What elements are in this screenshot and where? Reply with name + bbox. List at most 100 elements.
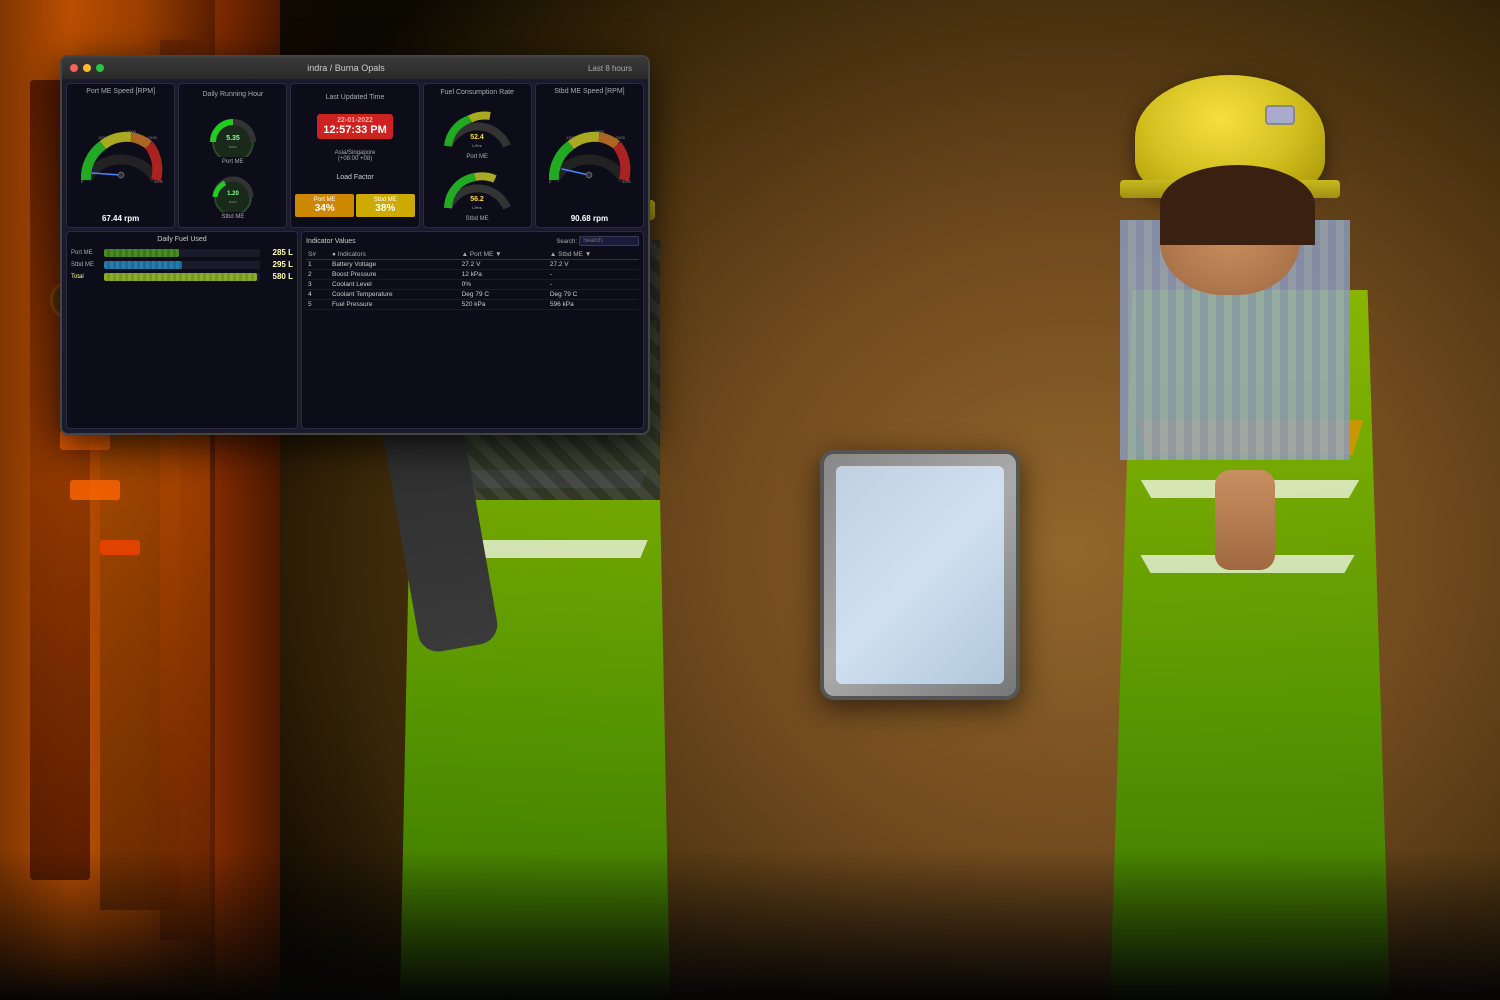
indicator-header-row: Indicator Values Search:: [306, 236, 639, 248]
row4-name: Coolant Temperature: [330, 290, 460, 300]
gauge-row: Port ME Speed [RPM] 0: [66, 83, 644, 228]
row4-num: 4: [306, 290, 330, 300]
hair-right: [1160, 165, 1315, 245]
last-updated-panel: Last Updated Time 22-01-2022 12:57:33 PM…: [290, 83, 419, 228]
stbd-me-speed-value: 90.68 rpm: [571, 214, 608, 223]
svg-text:L/Hrs: L/Hrs: [472, 143, 482, 148]
stbd-me-fuel-value: 295 L: [263, 260, 293, 269]
time-value: 12:57:33 PM: [323, 124, 387, 136]
row2-name: Boost Pressure: [330, 270, 460, 280]
row5-stbd: 596 kPa: [548, 300, 639, 310]
load-factor-title: Load Factor: [336, 174, 373, 181]
fuel-arc-stbd-svg: 56.2 L/Hrs: [440, 163, 515, 213]
fuel-stbd-label: Stbd ME: [466, 216, 489, 222]
stbd-running-gauge: 1.20 hour: [198, 167, 268, 212]
indicator-values-panel: Indicator Values Search: S# ● Indicators…: [301, 231, 644, 429]
running-hour-gauge: 5.35 hour: [198, 107, 268, 157]
total-fuel-value: 580 L: [263, 272, 293, 281]
col-port-me: ▲ Port ME ▼: [460, 250, 548, 260]
port-me-fuel-label: Port ME: [71, 250, 101, 256]
row2-port: 12 kPa: [460, 270, 548, 280]
close-btn[interactable]: [70, 64, 78, 72]
titlebar: indra / Burna Opals Last 8 hours: [62, 57, 648, 79]
table-row: 5 Fuel Pressure 520 kPa 596 kPa: [306, 300, 639, 310]
stbd-me-gauge-container: 0 1200 2000 2400 3000: [540, 97, 639, 212]
row4-stbd: Deg 79 C: [548, 290, 639, 300]
fuel-port-label: Port ME: [466, 154, 488, 160]
port-me-gauge-container: 0 1200 2000 2400 3000: [71, 97, 170, 212]
minimize-btn[interactable]: [83, 64, 91, 72]
fuel-consumption-title: Fuel Consumption Rate: [440, 89, 514, 96]
daily-running-panel: Daily Running Hour 5.35 hour Port ME: [178, 83, 287, 228]
hand-right: [1215, 470, 1275, 570]
svg-text:2400: 2400: [616, 135, 626, 140]
svg-text:5.35: 5.35: [226, 135, 240, 142]
stbd-me-gauge-svg: 0 1200 2000 2400 3000: [544, 125, 634, 185]
row3-stbd: -: [548, 280, 639, 290]
stbd-me-fuel-track: [104, 261, 260, 269]
row5-num: 5: [306, 300, 330, 310]
dashboard-content: Port ME Speed [RPM] 0: [62, 79, 648, 433]
stbd-me-fuel-label: Stbd ME: [71, 262, 101, 268]
search-container: Search:: [556, 236, 639, 248]
load-factor-row: Port ME 34% Stbd ME 38%: [295, 194, 414, 217]
col-stbd-me: ▲ Stbd ME ▼: [548, 250, 639, 260]
port-me-fuel-bar: [104, 249, 179, 257]
table-row: 4 Coolant Temperature Deg 79 C Deg 79 C: [306, 290, 639, 300]
tablet-screen: [836, 466, 1004, 684]
row4-port: Deg 79 C: [460, 290, 548, 300]
col-snum: S#: [306, 250, 330, 260]
total-fuel-bar: [104, 273, 257, 281]
table-row: 2 Boost Pressure 12 kPa -: [306, 270, 639, 280]
last-updated-title: Last Updated Time: [326, 94, 385, 101]
table-header-row: S# ● Indicators ▲ Port ME ▼ ▲ Stbd ME ▼: [306, 250, 639, 260]
svg-text:1200: 1200: [566, 135, 576, 140]
search-input[interactable]: [579, 236, 639, 246]
stbd-me-speed-title: Stbd ME Speed [RPM]: [554, 88, 624, 95]
port-me-running-label: Port ME: [222, 159, 244, 165]
stbd-me-fuel-row: Stbd ME 295 L: [71, 260, 293, 269]
maximize-btn[interactable]: [96, 64, 104, 72]
svg-text:3000: 3000: [622, 179, 632, 184]
breadcrumb: indra / Burna Opals: [109, 63, 583, 73]
row1-name: Battery Voltage: [330, 260, 460, 270]
row2-num: 2: [306, 270, 330, 280]
table-row: 1 Battery Voltage 27.2 V 27.2 V: [306, 260, 639, 270]
bottom-row: Daily Fuel Used Port ME 285 L Stbd ME 29…: [66, 231, 644, 429]
date-display: 22-01-2022: [323, 117, 387, 124]
row1-num: 1: [306, 260, 330, 270]
search-label: Search:: [556, 239, 577, 245]
svg-text:hour: hour: [229, 144, 238, 149]
hat-lamp: [1265, 105, 1295, 125]
row3-name: Coolant Level: [330, 280, 460, 290]
row3-port: 0%: [460, 280, 548, 290]
col-indicators: ● Indicators: [330, 250, 460, 260]
stbd-me-load-box: Stbd ME 38%: [356, 194, 415, 217]
total-fuel-track: [104, 273, 260, 281]
indicator-title: Indicator Values: [306, 238, 356, 245]
daily-fuel-title: Daily Fuel Used: [71, 236, 293, 243]
port-me-fuel-value: 285 L: [263, 248, 293, 257]
indicator-table: S# ● Indicators ▲ Port ME ▼ ▲ Stbd ME ▼ …: [306, 250, 639, 310]
port-me-speed-value: 67.44 rpm: [102, 214, 139, 223]
fuel-consumption-panel: Fuel Consumption Rate 52.4 L/Hrs Port ME…: [423, 83, 532, 228]
svg-text:56.2: 56.2: [470, 196, 484, 203]
row5-name: Fuel Pressure: [330, 300, 460, 310]
svg-text:2400: 2400: [148, 135, 158, 140]
orange-btn3: [100, 540, 140, 555]
row1-stbd: 27.2 V: [548, 260, 639, 270]
port-me-gauge-svg: 0 1200 2000 2400 3000: [76, 125, 166, 185]
floor-shadow: [0, 850, 1500, 1000]
row5-port: 520 kPa: [460, 300, 548, 310]
svg-text:52.4: 52.4: [470, 134, 484, 141]
port-me-speed-title: Port ME Speed [RPM]: [86, 88, 155, 95]
row3-num: 3: [306, 280, 330, 290]
time-range-label: Last 8 hours: [588, 64, 632, 73]
tablet-held: [820, 450, 1020, 700]
fuel-arc-svg: 52.4 L/Hrs: [440, 101, 515, 151]
orange-btn2: [70, 480, 120, 500]
dashboard-overlay: indra / Burna Opals Last 8 hours Port ME…: [60, 55, 650, 435]
total-fuel-row: Total 580 L: [71, 272, 293, 281]
running-hours-container: 5.35 hour Port ME 1.20 hour Stbd ME: [198, 107, 268, 220]
table-row: 3 Coolant Level 0% -: [306, 280, 639, 290]
